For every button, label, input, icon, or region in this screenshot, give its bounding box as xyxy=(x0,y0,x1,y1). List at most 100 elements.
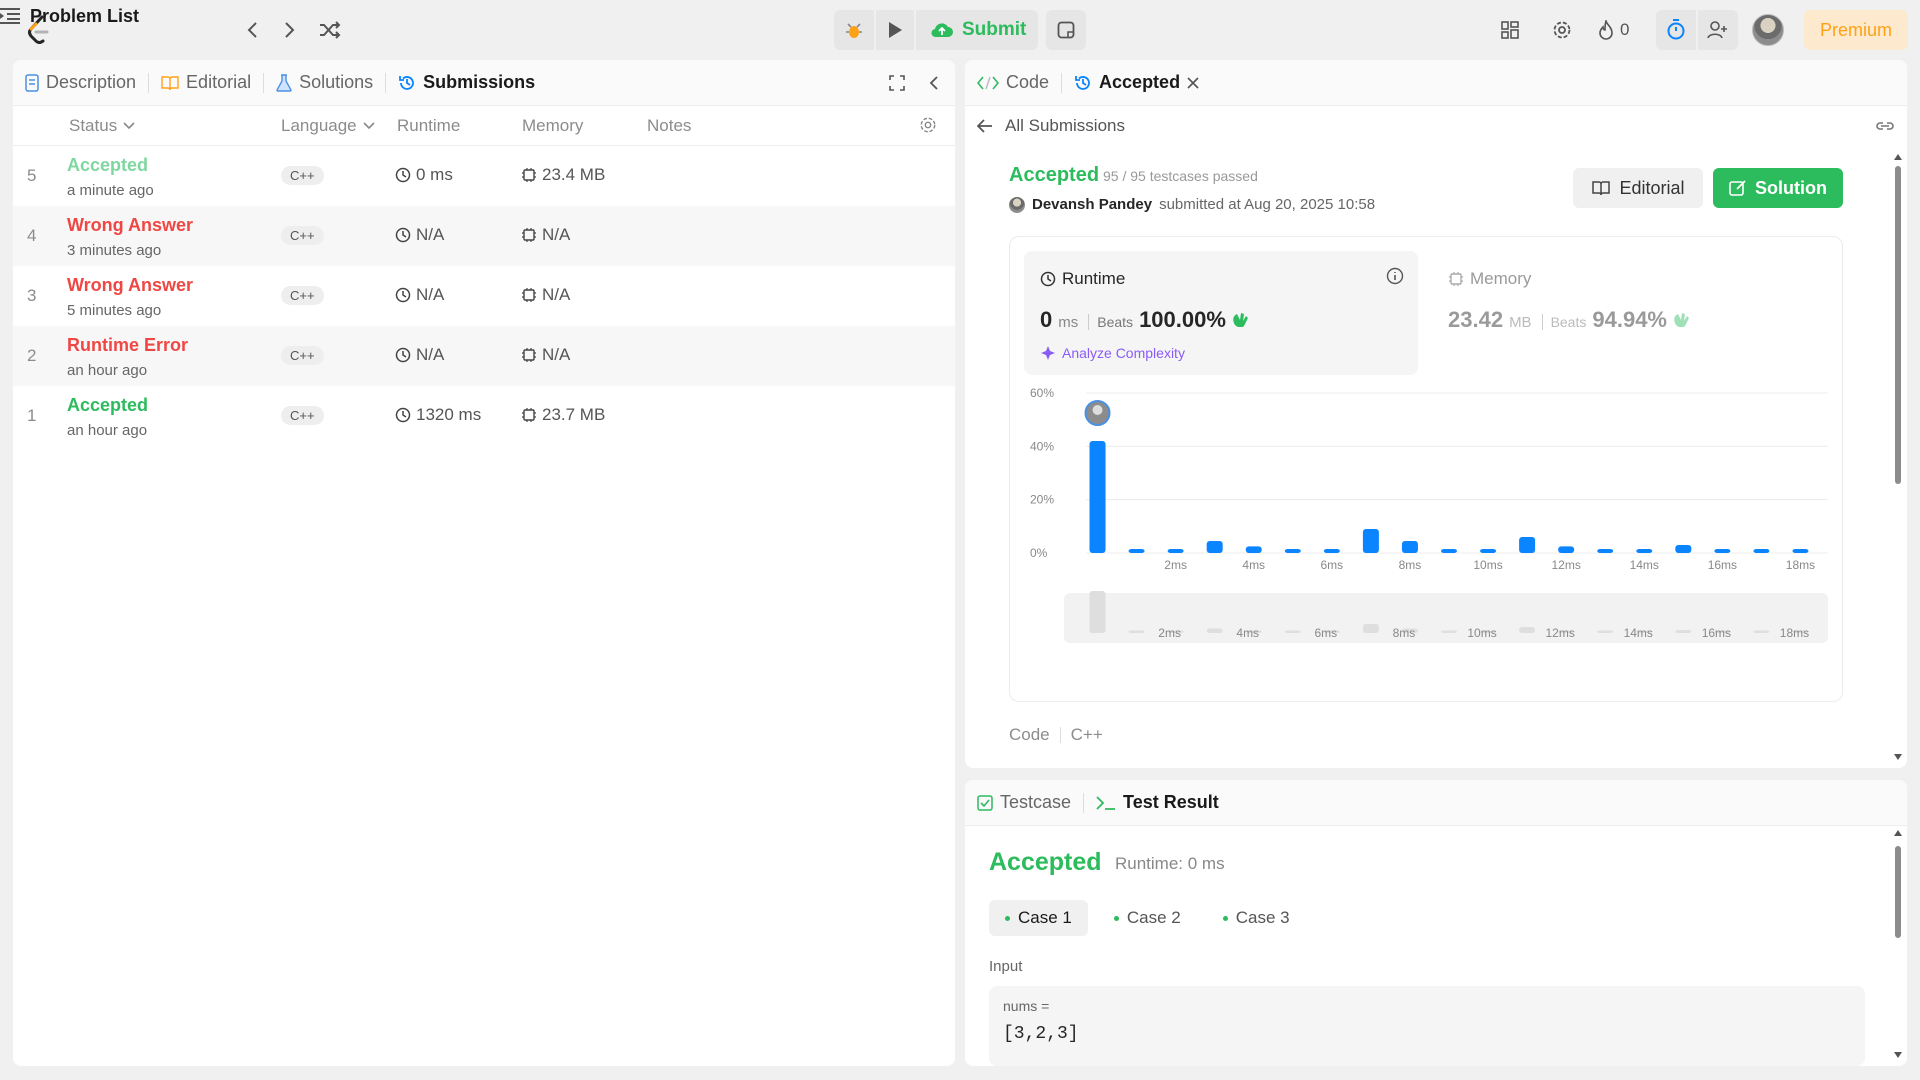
submission-status[interactable]: Wrong Answer xyxy=(67,275,193,296)
history-icon xyxy=(399,75,415,90)
arrow-left-icon xyxy=(977,119,992,133)
x-tick-label: 2ms xyxy=(1164,558,1187,572)
tab-testcase[interactable]: Testcase xyxy=(965,780,1083,826)
clock-icon xyxy=(1040,271,1056,287)
leetcode-logo-icon[interactable] xyxy=(24,12,54,48)
runtime-stat-box[interactable]: Runtime 0 ms Beats 100.00% Analyze Compl… xyxy=(1024,251,1418,375)
tab-editorial[interactable]: Editorial xyxy=(149,60,263,106)
tab-label: Submissions xyxy=(423,72,536,92)
table-row[interactable]: 1 Accepted an hour ago C++ 1320 ms 23.7 MB xyxy=(13,386,955,446)
table-row[interactable]: 4 Wrong Answer 3 minutes ago C++ N/A N/A xyxy=(13,206,955,266)
timer-button[interactable] xyxy=(1656,10,1696,50)
premium-label: Premium xyxy=(1819,19,1892,40)
case-tab-1[interactable]: Case 1 xyxy=(989,900,1088,936)
user-avatar[interactable] xyxy=(1752,14,1784,46)
premium-button[interactable]: Premium xyxy=(1804,10,1908,50)
tab-accepted[interactable]: Accepted xyxy=(1062,60,1211,106)
runtime-cell: 0 ms xyxy=(395,165,453,185)
clock-icon xyxy=(395,227,411,243)
editorial-button[interactable]: Editorial xyxy=(1573,168,1703,208)
cloud-upload-icon xyxy=(931,23,953,38)
analyze-complexity-link[interactable]: Analyze Complexity xyxy=(1040,345,1185,361)
overview-bar xyxy=(1675,630,1692,633)
right-tab-bar: Code Accepted xyxy=(965,60,1907,106)
language-badge: C++ xyxy=(281,226,324,245)
notes-button[interactable] xyxy=(1046,10,1086,50)
submission-status[interactable]: Wrong Answer xyxy=(67,215,193,236)
overview-bar xyxy=(1284,630,1301,633)
tab-description[interactable]: Description xyxy=(13,60,148,106)
run-button[interactable] xyxy=(874,10,914,50)
chart-bar xyxy=(1558,546,1575,553)
layout-button[interactable] xyxy=(1494,14,1526,46)
clap-icon xyxy=(1674,313,1689,327)
runtime-heading: Runtime xyxy=(1040,269,1125,289)
terminal-icon xyxy=(1096,795,1116,810)
runtime-cell: 1320 ms xyxy=(395,405,481,425)
test-case-tabs: Case 1 Case 2 Case 3 xyxy=(989,900,1306,936)
table-row[interactable]: 5 Accepted a minute ago C++ 0 ms 23.4 MB xyxy=(13,146,955,206)
input-label: Input xyxy=(989,958,1023,975)
previous-problem-button[interactable] xyxy=(236,14,268,46)
submission-status[interactable]: Accepted xyxy=(67,155,148,176)
streak-counter[interactable]: 0 xyxy=(1598,14,1629,46)
info-icon[interactable] xyxy=(1386,267,1404,285)
submission-status[interactable]: Accepted xyxy=(67,395,148,416)
memory-unit: MB xyxy=(1509,314,1532,331)
chart-bar xyxy=(1362,529,1379,553)
invite-user-button[interactable] xyxy=(1698,10,1738,50)
status-column-filter[interactable]: Status xyxy=(69,116,135,136)
status-header: Status xyxy=(69,116,118,135)
memory-cell: 23.7 MB xyxy=(521,405,605,425)
tab-solutions[interactable]: Solutions xyxy=(264,60,385,106)
x-tick-label: 16ms xyxy=(1708,558,1737,572)
overview-bar xyxy=(1362,624,1379,633)
overview-tick-label: 14ms xyxy=(1624,626,1653,640)
submission-status[interactable]: Runtime Error xyxy=(67,335,188,356)
all-submissions-link[interactable]: All Submissions xyxy=(965,106,1907,146)
memory-stat-box[interactable]: Memory 23.42 MB Beats 94.94% xyxy=(1432,251,1826,375)
language-column-filter[interactable]: Language xyxy=(281,116,375,136)
scrollbar[interactable] xyxy=(1893,152,1903,762)
pass-dot xyxy=(1113,915,1119,921)
case-label: Case 1 xyxy=(1018,908,1072,927)
tab-code[interactable]: Code xyxy=(965,60,1061,106)
submitter-name[interactable]: Devansh Pandey xyxy=(1032,196,1152,213)
runtime-distribution-chart[interactable]: 0% 20% 40% 60% 2ms 4ms 6ms 8ms 10ms 12ms 14ms 16ms 1… xyxy=(1020,383,1840,695)
solution-button[interactable]: Solution xyxy=(1713,168,1843,208)
next-problem-button[interactable] xyxy=(274,14,306,46)
tab-submissions[interactable]: Submissions xyxy=(386,60,547,106)
random-problem-button[interactable] xyxy=(314,14,346,46)
submitted-at: submitted at Aug 20, 2025 10:58 xyxy=(1159,196,1376,213)
settings-button[interactable] xyxy=(1546,14,1578,46)
link-icon[interactable] xyxy=(1875,119,1895,133)
table-row[interactable]: 2 Runtime Error an hour ago C++ N/A N/A xyxy=(13,326,955,386)
runtime-cell: N/A xyxy=(395,225,444,245)
editorial-label: Editorial xyxy=(1619,177,1685,198)
tab-test-result[interactable]: Test Result xyxy=(1084,780,1231,826)
close-icon[interactable] xyxy=(1187,76,1199,89)
memory-cell: N/A xyxy=(521,285,570,305)
add-user-icon xyxy=(1707,21,1727,39)
debug-button[interactable] xyxy=(834,10,874,50)
tab-label: Code xyxy=(1006,72,1050,92)
x-tick-label: 12ms xyxy=(1551,558,1580,572)
case-tab-2[interactable]: Case 2 xyxy=(1098,900,1197,936)
memory-value: 23.42 xyxy=(1448,307,1504,332)
your-submission-avatar xyxy=(1092,405,1103,415)
scrollbar[interactable] xyxy=(1893,828,1903,1060)
chart-bar xyxy=(1480,549,1497,553)
overview-tick-label: 2ms xyxy=(1158,626,1181,640)
run-submit-group: Submit xyxy=(834,10,1038,50)
case-tab-3[interactable]: Case 3 xyxy=(1207,900,1306,936)
memory-value: N/A xyxy=(542,285,571,304)
maximize-button[interactable] xyxy=(877,60,917,106)
collapse-panel-button[interactable] xyxy=(917,60,955,106)
table-settings-button[interactable] xyxy=(919,116,937,134)
table-row[interactable]: 3 Wrong Answer 5 minutes ago C++ N/A N/A xyxy=(13,266,955,326)
language-badge: C++ xyxy=(281,346,324,365)
submit-button[interactable]: Submit xyxy=(914,10,1038,50)
chart-bar xyxy=(1792,549,1809,553)
result-runtime: Runtime: 0 ms xyxy=(1115,854,1225,873)
overview-bar xyxy=(1597,630,1614,633)
